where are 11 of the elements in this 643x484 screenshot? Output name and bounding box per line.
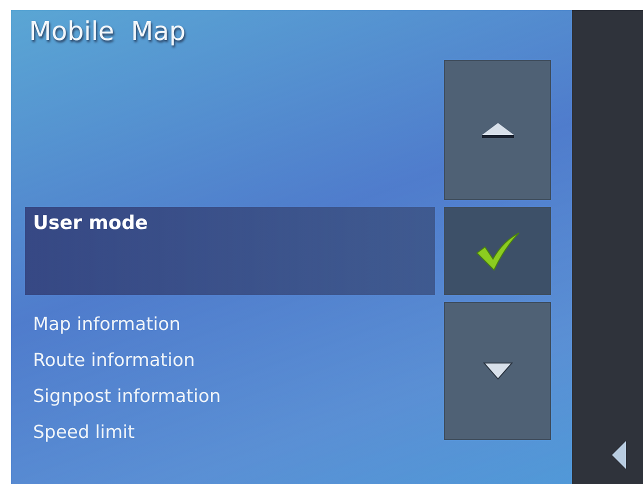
- app-title: Mobile Map: [28, 16, 186, 49]
- checkbox-button[interactable]: [444, 207, 551, 295]
- selected-option[interactable]: User mode: [25, 207, 435, 295]
- option-item[interactable]: Route information: [25, 343, 195, 379]
- option-item[interactable]: Speed limit: [25, 415, 135, 451]
- up-triangle-icon: [480, 122, 514, 138]
- back-arrow-icon[interactable]: [611, 440, 627, 470]
- check-icon: [474, 231, 520, 271]
- option-item[interactable]: Map information: [25, 307, 181, 343]
- option-item[interactable]: Signpost information: [25, 379, 221, 415]
- down-triangle-icon: [482, 362, 512, 380]
